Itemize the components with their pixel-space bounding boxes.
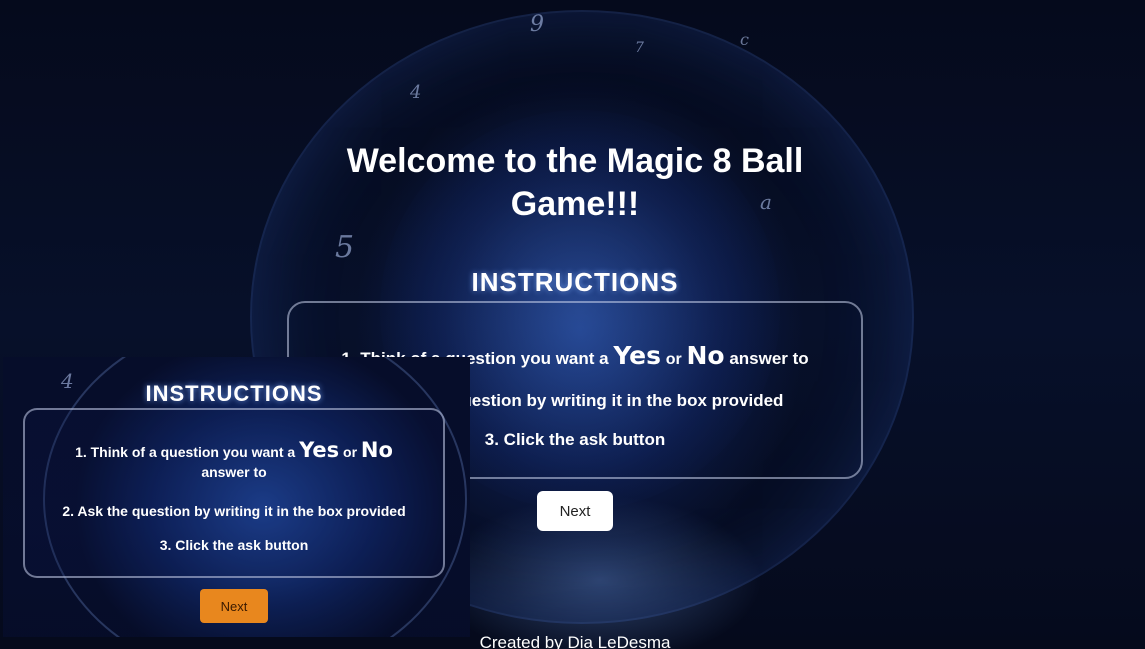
magic-8-ball-page: 9 c 4 5 a 7 Welcome to the Magic 8 Ball … (0, 0, 1145, 649)
floating-number-decoration: 4 (410, 82, 422, 103)
preview-yes-word: Yes (299, 438, 340, 462)
preview-instructions-heading: INSTRUCTIONS (145, 381, 323, 406)
preview-instruction-step-3: 3. Click the ask button (159, 537, 309, 553)
floating-number-decoration: 9 (530, 12, 544, 37)
floating-number-decoration: 5 (335, 230, 355, 265)
preview-or-word: or (343, 444, 358, 460)
floating-number-decoration: 7 (635, 40, 644, 56)
step-1-suffix: answer to (729, 349, 809, 368)
yes-word: Yes (613, 341, 662, 370)
next-button[interactable]: Next (537, 491, 613, 531)
floating-number-decoration: c (740, 30, 749, 49)
preview-step-1-suffix: answer to (201, 464, 267, 480)
preview-instruction-step-1: 1. Think of a question you want a Yes or… (25, 440, 443, 482)
preview-no-word: No (360, 438, 393, 462)
instructions-heading: INSTRUCTIONS (471, 267, 679, 297)
mobile-preview-overlay: 4 INSTRUCTIONS 1. Think of a question yo… (3, 357, 470, 637)
page-title: Welcome to the Magic 8 Ball Game!!! (346, 142, 804, 223)
preview-next-button[interactable]: Next (200, 589, 268, 623)
footer-credit: Created by Dia LeDesma (479, 633, 671, 649)
or-word: or (665, 351, 682, 368)
preview-step-1-text: 1. Think of a question you want a (75, 444, 296, 460)
no-word: No (686, 341, 725, 370)
preview-instruction-step-2: 2. Ask the question by writing it in the… (62, 503, 406, 519)
preview-instructions-box: 1. Think of a question you want a Yes or… (23, 408, 445, 578)
